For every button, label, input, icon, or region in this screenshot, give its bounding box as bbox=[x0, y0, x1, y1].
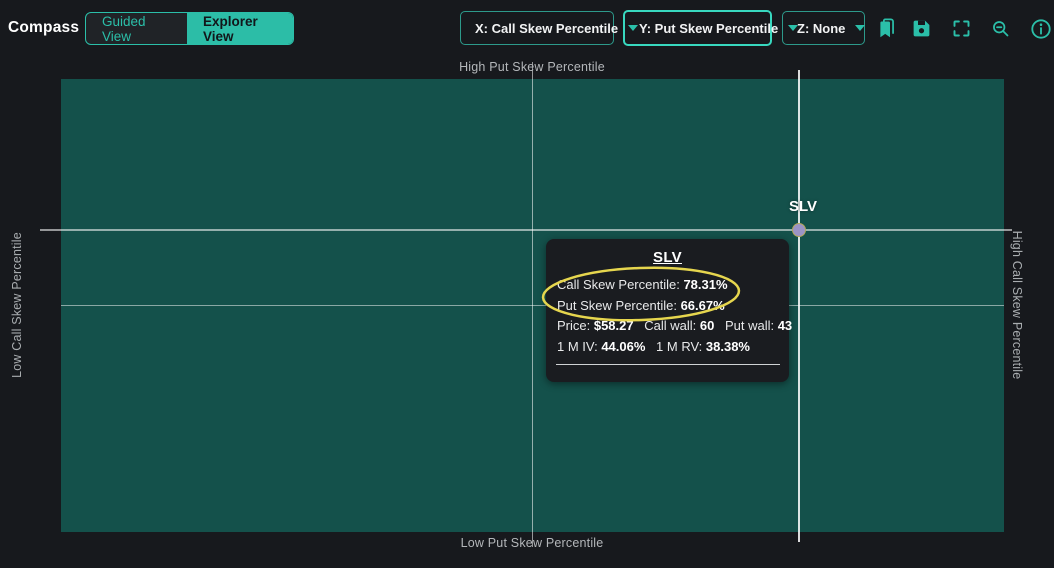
tooltip-divider bbox=[556, 364, 780, 365]
explorer-view-button[interactable]: Explorer View bbox=[187, 13, 293, 44]
price-pair: Price: $58.27 bbox=[557, 318, 634, 333]
call-wall-pair: Call wall: 60 bbox=[644, 318, 715, 333]
info-icon[interactable] bbox=[1030, 18, 1052, 40]
save-icon[interactable] bbox=[911, 18, 932, 39]
x-axis-dropdown[interactable]: X: Call Skew Percentile bbox=[460, 11, 639, 45]
rv-pair: 1 M RV: 38.38% bbox=[656, 338, 750, 354]
bookmark-icon[interactable] bbox=[876, 18, 897, 39]
search-icon[interactable] bbox=[990, 18, 1011, 39]
app-header: Compass Guided View Explorer View X: Cal… bbox=[0, 0, 1054, 58]
crosshair-vertical-line bbox=[798, 70, 800, 542]
z-axis-dropdown[interactable]: Z: None bbox=[782, 11, 866, 45]
call-skew-label: Call Skew Percentile: bbox=[557, 277, 684, 292]
chevron-down-icon bbox=[855, 25, 866, 31]
datapoint-tooltip: SLV Call Skew Percentile: 78.31% Put Ske… bbox=[546, 239, 792, 382]
axis-label-left: Low Call Skew Percentile bbox=[10, 232, 24, 378]
app-logo-title: Compass bbox=[8, 19, 80, 36]
tooltip-row-put-skew: Put Skew Percentile: 66.67% bbox=[557, 296, 778, 317]
iv-pair: 1 M IV: 44.06% bbox=[557, 338, 646, 354]
put-skew-value: 66.67% bbox=[680, 297, 725, 313]
axis-label-right: High Call Skew Percentile bbox=[1010, 230, 1024, 380]
x-axis-dropdown-label: X: Call Skew Percentile bbox=[475, 20, 619, 36]
horizontal-midline bbox=[61, 305, 1004, 306]
call-skew-value: 78.31% bbox=[683, 277, 728, 292]
axis-label-bottom: Low Put Skew Percentile bbox=[460, 536, 604, 550]
datapoint-label: SLV bbox=[788, 198, 818, 215]
tooltip-row-call-skew: Call Skew Percentile: 78.31% bbox=[557, 275, 778, 296]
tooltip-row-price-walls: Price: $58.27 Call wall: 60 Put wall: 43 bbox=[557, 316, 792, 337]
fullscreen-icon[interactable] bbox=[951, 18, 972, 39]
put-wall-pair: Put wall: 43 bbox=[724, 318, 793, 333]
y-axis-dropdown[interactable]: Y: Put Skew Percentile bbox=[623, 10, 799, 46]
axis-label-top: High Put Skew Percentile bbox=[459, 60, 605, 74]
z-axis-dropdown-label: Z: None bbox=[797, 20, 846, 36]
guided-view-button[interactable]: Guided View bbox=[86, 13, 187, 44]
tooltip-row-iv-rv: 1 M IV: 44.06% 1 M RV: 38.38% bbox=[557, 337, 778, 358]
slv-datapoint[interactable] bbox=[792, 223, 806, 237]
put-skew-label: Put Skew Percentile: bbox=[557, 297, 681, 313]
view-toggle: Guided View Explorer View bbox=[85, 12, 294, 45]
tooltip-title: SLV bbox=[653, 249, 682, 266]
y-axis-dropdown-label: Y: Put Skew Percentile bbox=[639, 20, 779, 36]
crosshair-horizontal-line bbox=[40, 229, 1012, 231]
